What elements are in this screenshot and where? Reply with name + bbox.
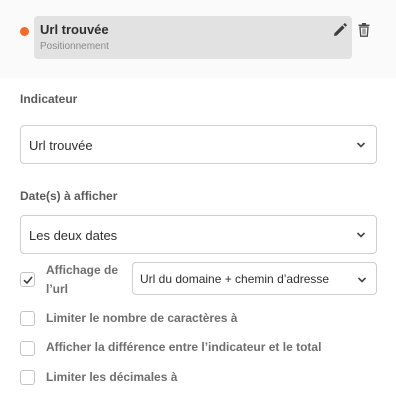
url-display-selected-value: Url du domaine + chemin d’adresse [140,272,330,286]
dates-select[interactable]: Les deux dates [20,215,377,254]
status-dot [20,27,29,36]
indicator-label: Indicateur [20,92,78,106]
indicator-selected-value: Url trouvée [29,138,93,153]
limit-decimals-label: Limiter les décimales à [46,370,178,384]
dates-selected-value: Les deux dates [29,228,118,243]
checkmark-icon [23,276,33,285]
metric-title: Url trouvée [40,22,109,37]
metric-header: Url trouvée Positionnement [0,0,396,78]
dates-label: Date(s) à afficher [20,189,118,203]
chevron-down-icon [356,142,366,148]
limit-characters-label: Limiter le nombre de caractères à [46,311,238,325]
url-display-checkbox[interactable] [20,272,35,287]
limit-characters-checkbox[interactable] [20,311,35,326]
metric-card[interactable]: Url trouvée Positionnement [34,16,352,59]
pencil-icon[interactable] [332,22,348,38]
metric-settings-panel: Url trouvée Positionnement Indicateur Ur… [0,0,396,411]
show-difference-checkbox[interactable] [20,341,35,356]
url-display-label-line2: l’url [46,282,69,296]
chevron-down-icon [357,277,367,283]
show-difference-label: Afficher la différence entre l’indicateu… [46,340,322,354]
url-display-select[interactable]: Url du domaine + chemin d’adresse [132,262,377,295]
chevron-down-icon [356,232,366,238]
trash-icon[interactable] [357,22,371,38]
url-display-label-line1: Affichage de [46,263,119,277]
indicator-select[interactable]: Url trouvée [20,125,377,164]
metric-subtitle: Positionnement [40,41,109,52]
limit-decimals-checkbox[interactable] [20,370,35,385]
